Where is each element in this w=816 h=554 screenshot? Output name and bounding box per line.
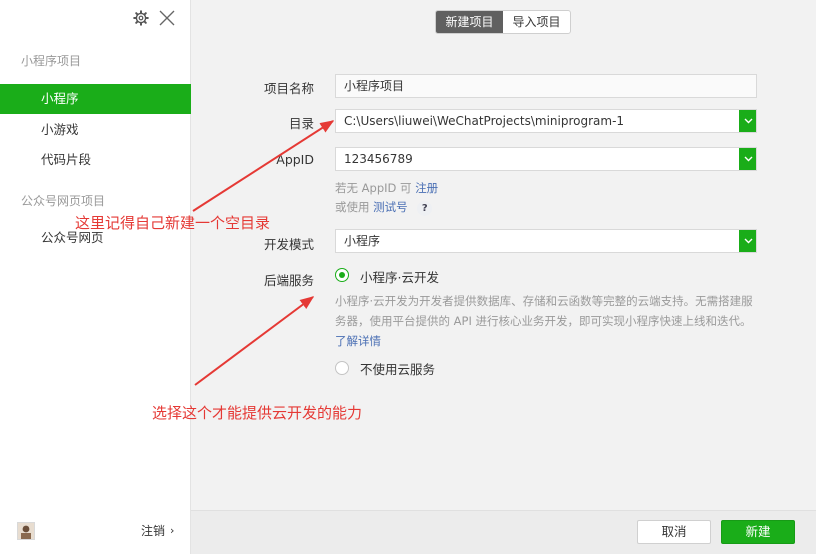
dev-mode-value: 小程序 (344, 234, 381, 248)
dev-mode-dropdown-button[interactable] (739, 230, 756, 252)
directory-dropdown-button[interactable] (739, 110, 756, 132)
group-title-miniprogram: 小程序项目 (21, 54, 82, 68)
avatar (17, 522, 35, 540)
project-name-input[interactable]: 小程序项目 (335, 74, 757, 98)
create-button[interactable]: 新建 (721, 520, 795, 544)
cancel-button[interactable]: 取消 (637, 520, 711, 544)
sidebar-item-code-snippet[interactable]: 代码片段 (0, 145, 191, 175)
sidebar-item-minigame[interactable]: 小游戏 (0, 115, 191, 145)
cloud-dev-option-label[interactable]: 小程序·云开发 (360, 267, 439, 286)
chevron-down-icon (744, 238, 752, 244)
annotation-cloud-note: 选择这个才能提供云开发的能力 (152, 404, 363, 422)
appid-register-hint: 若无 AppID 可 注册 (335, 180, 438, 196)
cloud-dev-description-text: 小程序·云开发为开发者提供数据库、存储和云函数等完整的云端支持。无需搭建服务器，… (335, 294, 753, 328)
dev-mode-select[interactable]: 小程序 (335, 229, 757, 253)
close-icon[interactable] (158, 9, 176, 27)
chevron-down-icon (744, 118, 752, 124)
test-hint-text: 或使用 (335, 200, 370, 214)
project-name-label: 项目名称 (263, 81, 314, 96)
appid-input[interactable]: 123456789 (335, 147, 757, 171)
directory-input[interactable]: C:\Users\liuwei\WeChatProjects\miniprogr… (335, 109, 757, 133)
annotation-directory-note: 这里记得自己新建一个空目录 (75, 214, 271, 232)
tab-new-project[interactable]: 新建项目 (436, 11, 503, 33)
learn-more-link[interactable]: 了解详情 (335, 334, 381, 348)
register-link[interactable]: 注册 (415, 181, 438, 195)
radio-no-cloud[interactable] (335, 361, 349, 375)
logout-button[interactable]: 注销 › (141, 522, 174, 539)
appid-value: 123456789 (344, 152, 413, 166)
chevron-down-icon (744, 156, 752, 162)
no-cloud-option-label[interactable]: 不使用云服务 (360, 359, 435, 378)
arrow-to-cloud-dev (194, 296, 315, 386)
project-tabs: 新建项目 导入项目 (435, 10, 571, 34)
appid-dropdown-button[interactable] (739, 148, 756, 170)
radio-cloud-dev[interactable] (335, 268, 349, 282)
tab-import-project[interactable]: 导入项目 (503, 11, 570, 33)
gear-icon[interactable] (133, 10, 149, 26)
appid-hint-text: 若无 AppID 可 (335, 181, 412, 195)
cloud-dev-description: 小程序·云开发为开发者提供数据库、存储和云函数等完整的云端支持。无需搭建服务器，… (335, 291, 763, 351)
chevron-right-icon: › (170, 524, 175, 537)
dev-mode-label: 开发模式 (263, 237, 314, 252)
test-account-hint: 或使用 测试号 ? (335, 199, 433, 216)
help-icon[interactable]: ? (417, 201, 433, 216)
directory-value: C:\Users\liuwei\WeChatProjects\miniprogr… (344, 114, 625, 128)
test-account-link[interactable]: 测试号 (373, 200, 408, 214)
group-title-official: 公众号网页项目 (21, 194, 106, 208)
appid-label: AppID (276, 152, 314, 167)
backend-label: 后端服务 (263, 273, 314, 288)
logout-label: 注销 (141, 524, 166, 538)
sidebar-item-miniprogram[interactable]: 小程序 (0, 84, 191, 114)
sidebar: 小程序项目 小程序 小游戏 代码片段 公众号网页项目 公众号网页 注销 › (0, 0, 191, 554)
directory-label: 目录 (288, 116, 314, 131)
